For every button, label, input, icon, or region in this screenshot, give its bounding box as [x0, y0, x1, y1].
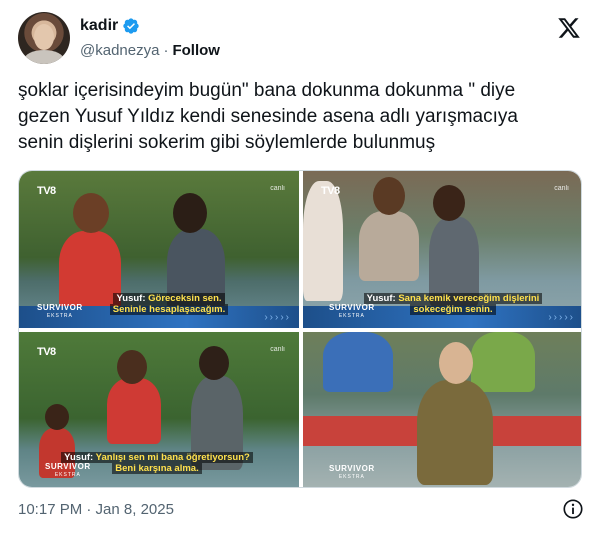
follow-button[interactable]: Follow: [172, 42, 220, 59]
subtitle-line: Sana kemik vereceğim dişlerini: [398, 293, 540, 304]
media-image-2[interactable]: TV8 canlı ››››› SURVIVOR EKSTRA Yusuf: S…: [303, 171, 581, 328]
live-label: canlı: [270, 346, 285, 353]
subtitle-speaker: Yusuf:: [366, 293, 396, 304]
subtitle-line: Beni karşına alma.: [112, 463, 202, 474]
separator-dot: ·: [163, 42, 169, 59]
live-label: canlı: [270, 185, 285, 192]
contestant-figure: [303, 181, 343, 301]
contestant-figure: [471, 332, 535, 392]
show-sub: EKSTRA: [338, 474, 365, 480]
display-name[interactable]: kadir: [80, 17, 118, 35]
show-name: SURVIVOR: [329, 464, 375, 473]
subtitle-line: sokeceğim senin.: [410, 304, 496, 315]
x-logo-icon[interactable]: [556, 16, 582, 40]
show-logo: SURVIVOR EKSTRA: [37, 303, 83, 321]
contestant-head: [173, 193, 207, 233]
show-logo: SURVIVOR EKSTRA: [329, 464, 375, 482]
media-image-3[interactable]: TV8 canlı SURVIVOR EKSTRA Yusuf: Yanlışı…: [19, 332, 299, 487]
timestamp[interactable]: 10:17 PM · Jan 8, 2025: [18, 501, 174, 518]
contestant-head: [199, 346, 229, 380]
channel-logo: TV8: [37, 185, 56, 197]
show-name: SURVIVOR: [37, 303, 83, 312]
contestant-figure: [107, 378, 161, 444]
subtitle: Yusuf: Göreceksin sen. Seninle hesaplaşa…: [89, 293, 249, 315]
contestant-head: [73, 193, 109, 233]
tweet-header: kadir @kadnezya · Follow: [18, 12, 584, 68]
handle-row: @kadnezya · Follow: [80, 42, 220, 59]
show-sub: EKSTRA: [46, 313, 73, 319]
author-block: kadir @kadnezya · Follow: [80, 16, 220, 59]
contestant-head: [433, 185, 465, 221]
chevrons-icon: ›››››: [264, 312, 291, 323]
avatar-face: [34, 24, 54, 50]
channel-logo: TV8: [37, 346, 56, 358]
subtitle-speaker: Yusuf:: [64, 452, 94, 463]
tweet-text: şoklar içerisindeyim bugün" bana dokunma…: [18, 80, 518, 153]
live-label: canlı: [554, 185, 569, 192]
subtitle-line: Göreceksin sen.: [148, 293, 222, 304]
contestant-head: [439, 342, 473, 384]
channel-logo: TV8: [321, 185, 340, 197]
avatar[interactable]: [18, 12, 70, 64]
verified-badge-icon: [123, 18, 139, 34]
media-image-4[interactable]: SURVIVOR EKSTRA: [303, 332, 581, 487]
subtitle-line: Yanlışı sen mi bana öğretiyorsun?: [95, 452, 250, 463]
contestant-head: [45, 404, 69, 430]
tweet-footer: 10:17 PM · Jan 8, 2025: [18, 498, 584, 520]
subtitle-speaker: Yusuf:: [116, 293, 146, 304]
subtitle: Yusuf: Yanlışı sen mi bana öğretiyorsun?…: [47, 452, 267, 474]
subtitle: Yusuf: Sana kemik vereceğim dişlerini so…: [343, 293, 563, 315]
contestant-figure: [323, 332, 393, 392]
avatar-shirt: [24, 50, 64, 64]
contestant-head: [117, 350, 147, 384]
info-icon[interactable]: [562, 498, 584, 520]
handle[interactable]: @kadnezya: [80, 42, 159, 59]
name-row: kadir: [80, 16, 220, 36]
contestant-head: [373, 177, 405, 215]
contestant-figure: [417, 380, 493, 485]
contestant-figure: [359, 211, 419, 281]
media-image-1[interactable]: TV8 canlı ››››› SURVIVOR EKSTRA Yusuf: G…: [19, 171, 299, 328]
subtitle-line: Seninle hesaplaşacağım.: [109, 304, 229, 315]
tweet-card: kadir @kadnezya · Follow şoklar içerisin…: [0, 0, 600, 538]
media-grid[interactable]: TV8 canlı ››››› SURVIVOR EKSTRA Yusuf: G…: [18, 170, 582, 488]
